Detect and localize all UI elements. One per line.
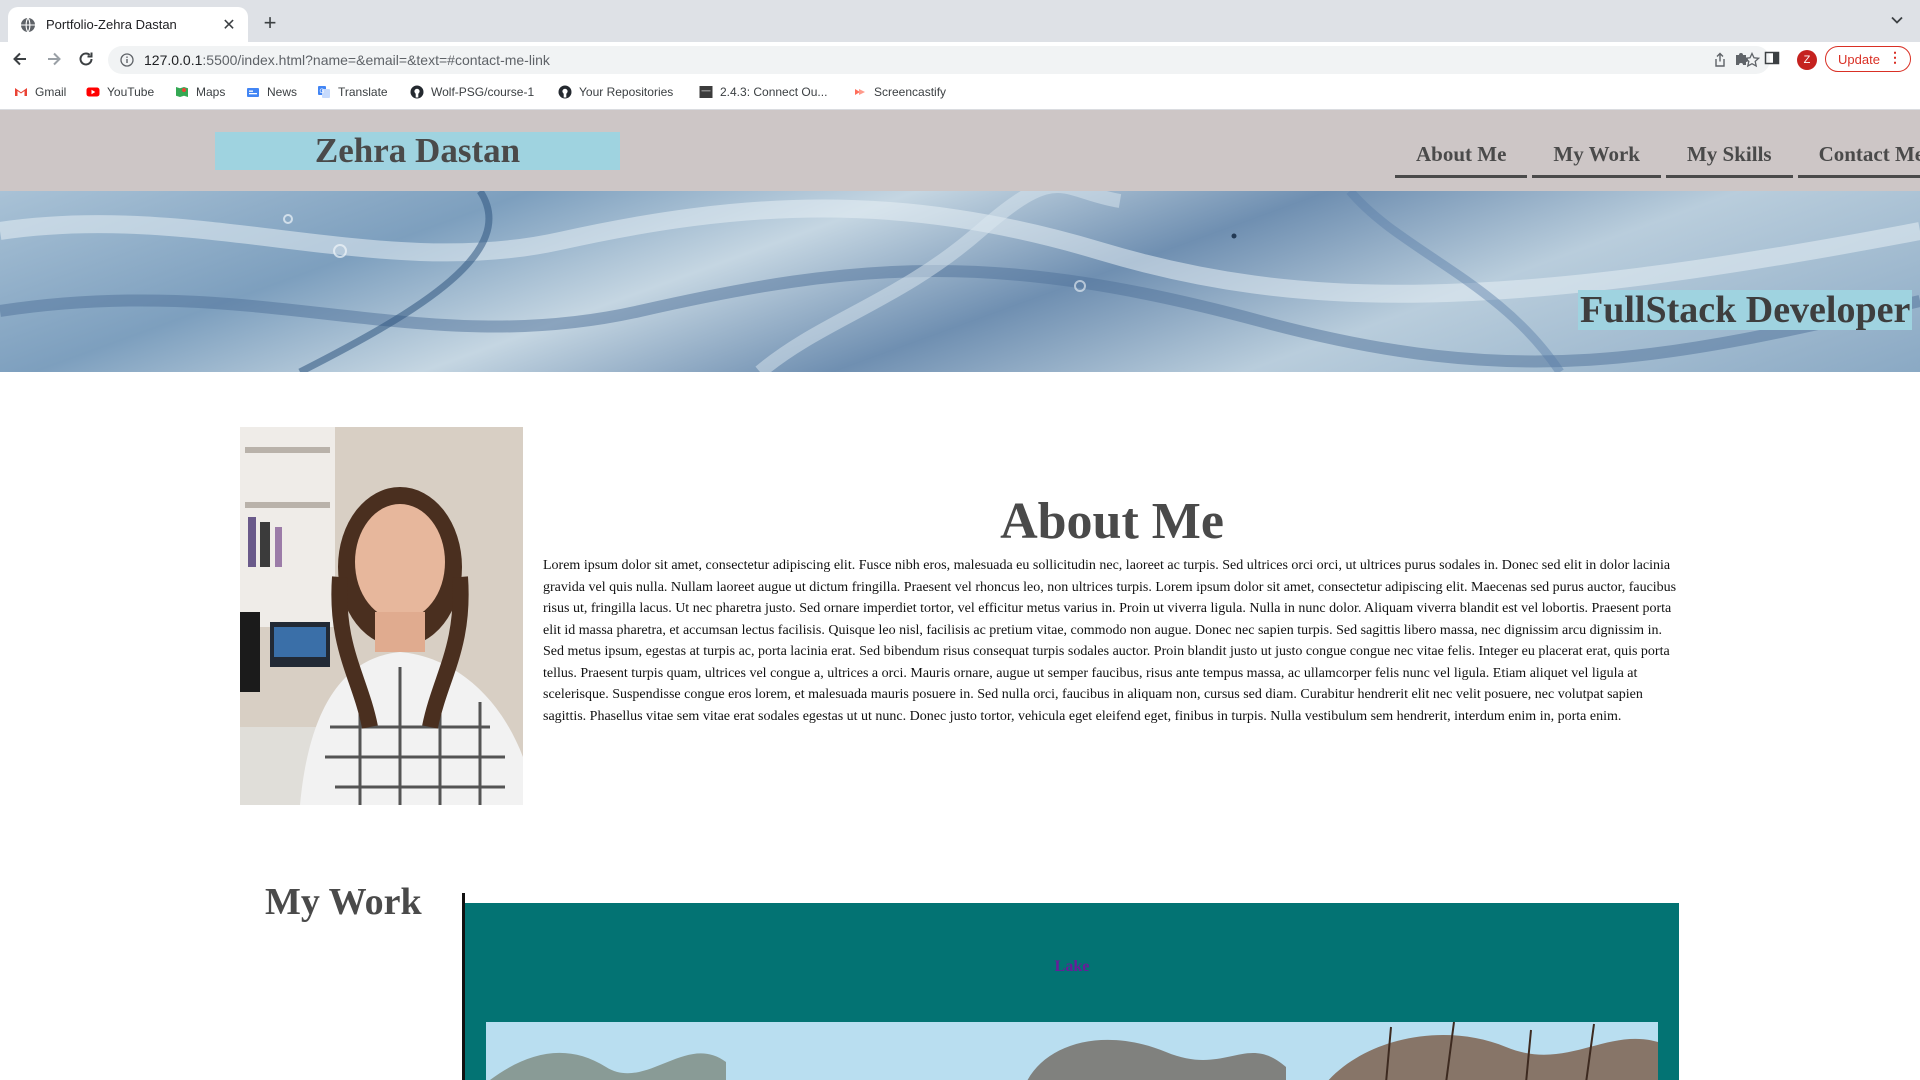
- bookmark-youtube[interactable]: YouTube: [86, 85, 154, 99]
- hero-banner: FullStack Developer: [0, 191, 1920, 372]
- translate-icon: G: [318, 86, 330, 98]
- tab-title: Portfolio-Zehra Dastan: [46, 17, 177, 32]
- marble-background-image: [0, 191, 1920, 372]
- my-work-heading: My Work: [265, 881, 422, 923]
- bookmark-course[interactable]: 2.4.3: Connect Ou...: [699, 85, 827, 99]
- back-arrow-icon[interactable]: [10, 49, 30, 69]
- youtube-icon: [86, 87, 100, 97]
- course-icon: [699, 86, 713, 98]
- bookmark-label: Screencastify: [874, 85, 947, 99]
- hero-title: FullStack Developer: [1578, 289, 1913, 331]
- site-header: Zehra Dastan About Me My Work My Skills …: [0, 110, 1920, 191]
- bookmark-github-course[interactable]: Wolf-PSG/course-1: [410, 85, 534, 99]
- bookmark-label: 2.4.3: Connect Ou...: [720, 85, 828, 99]
- browser-toolbar: 127.0.0.1:5500/index.html?name=&email=&t…: [0, 42, 1920, 76]
- bookmarks-bar: Gmail YouTube Maps News G Translate Wolf…: [0, 76, 1920, 110]
- profile-photo: [240, 427, 523, 805]
- maps-icon: [176, 87, 188, 97]
- site-name: Zehra Dastan: [215, 132, 620, 170]
- github-icon: [558, 85, 572, 99]
- chevron-down-icon[interactable]: [1890, 13, 1904, 27]
- project-card-lake[interactable]: Lake: [465, 903, 1679, 1080]
- new-tab-button[interactable]: +: [258, 11, 282, 35]
- globe-icon: [21, 17, 35, 32]
- bookmark-github-repos[interactable]: Your Repositories: [558, 85, 673, 99]
- about-paragraph: Lorem ipsum dolor sit amet, consectetur …: [543, 558, 1677, 724]
- bookmark-translate[interactable]: G Translate: [317, 85, 388, 99]
- webpage-viewport: Zehra Dastan About Me My Work My Skills …: [0, 110, 1920, 1080]
- url-text: 127.0.0.1:5500/index.html?name=&email=&t…: [144, 52, 550, 68]
- svg-text:G: G: [320, 89, 325, 95]
- forward-arrow-icon[interactable]: [44, 49, 64, 69]
- about-heading: About Me: [1000, 493, 1224, 550]
- nav-about-me[interactable]: About Me: [1395, 142, 1528, 178]
- url-path: :5500/index.html?name=&email=&text=#cont…: [202, 52, 550, 68]
- bookmark-maps[interactable]: Maps: [175, 85, 225, 99]
- bookmark-gmail[interactable]: Gmail: [14, 85, 66, 99]
- more-menu-icon[interactable]: ⋮: [1888, 49, 1902, 66]
- side-panel-icon[interactable]: [1764, 50, 1780, 66]
- close-icon[interactable]: ✕: [220, 15, 238, 35]
- site-nav: About Me My Work My Skills Contact Me: [1395, 142, 1920, 178]
- project-label[interactable]: Lake: [465, 958, 1679, 976]
- share-icon[interactable]: [1712, 52, 1728, 68]
- browser-tab-active[interactable]: Portfolio-Zehra Dastan ✕: [8, 7, 248, 42]
- github-icon: [410, 85, 424, 99]
- reload-icon[interactable]: [76, 49, 96, 69]
- profile-avatar[interactable]: Z: [1797, 50, 1817, 70]
- lake-project-image[interactable]: [486, 1022, 1658, 1080]
- nav-my-skills[interactable]: My Skills: [1665, 142, 1793, 178]
- bookmark-label: Maps: [196, 85, 226, 99]
- update-button[interactable]: Update ⋮: [1825, 46, 1911, 72]
- site-info-icon[interactable]: [120, 53, 134, 67]
- bookmark-label: News: [267, 85, 298, 99]
- nav-contact-me[interactable]: Contact Me: [1797, 142, 1920, 178]
- nav-my-work[interactable]: My Work: [1532, 142, 1661, 178]
- address-bar[interactable]: 127.0.0.1:5500/index.html?name=&email=&t…: [108, 46, 1770, 74]
- url-host: 127.0.0.1: [144, 52, 203, 68]
- news-icon: [247, 88, 259, 97]
- browser-tabstrip: Portfolio-Zehra Dastan ✕ +: [0, 0, 1920, 42]
- update-label: Update: [1838, 51, 1880, 67]
- bookmark-label: Your Repositories: [579, 85, 674, 99]
- extensions-puzzle-icon[interactable]: [1734, 50, 1750, 66]
- bookmark-label: Translate: [338, 85, 388, 99]
- bookmark-screencastify[interactable]: Screencastify: [853, 85, 946, 99]
- bookmark-label: Wolf-PSG/course-1: [431, 85, 535, 99]
- bookmark-news[interactable]: News: [246, 85, 297, 99]
- screencastify-icon: [855, 89, 865, 95]
- bookmark-label: YouTube: [107, 85, 155, 99]
- bookmark-label: Gmail: [35, 85, 67, 99]
- gmail-icon: [15, 88, 27, 96]
